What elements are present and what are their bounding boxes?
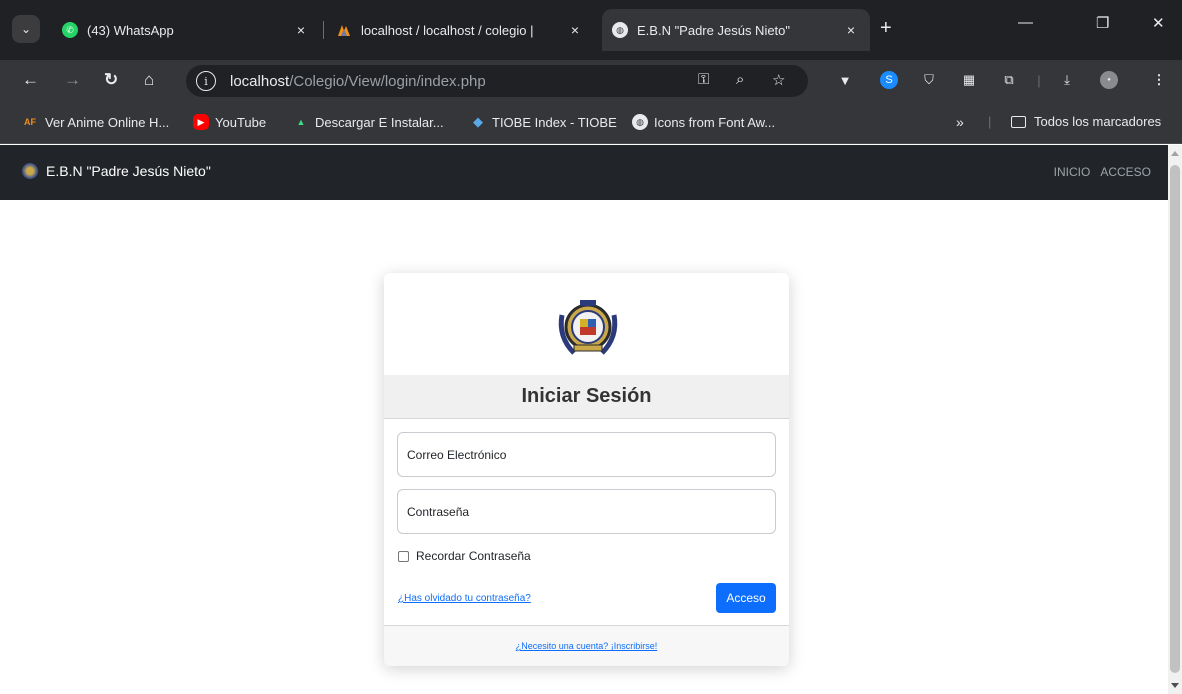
new-tab-button[interactable]: + bbox=[880, 17, 892, 40]
avatar[interactable]: ● bbox=[1100, 71, 1118, 89]
site-brand[interactable]: E.B.N "Padre Jesús Nieto" bbox=[22, 163, 211, 179]
vue-devtools-icon[interactable]: ▼ bbox=[836, 71, 854, 89]
tab-strip: ⌄ ✆ (43) WhatsApp × localhost / localhos… bbox=[0, 0, 1182, 60]
extensions-icon[interactable]: ⧉ bbox=[1000, 71, 1018, 89]
back-icon[interactable]: ← bbox=[22, 70, 39, 90]
bookmark-divider: | bbox=[988, 114, 992, 129]
tab-close-button[interactable]: × bbox=[842, 22, 860, 38]
bookmark-label: Descargar E Instalar... bbox=[315, 114, 444, 130]
bookmarks-bar: AF Ver Anime Online H... ▶ YouTube ▲ Des… bbox=[0, 102, 1182, 144]
chevron-down-icon: ⌄ bbox=[20, 22, 32, 36]
page-viewport: E.B.N "Padre Jesús Nieto" INICIO ACCESO … bbox=[0, 145, 1168, 694]
tab-search-button[interactable]: ⌄ bbox=[12, 15, 40, 43]
reload-icon[interactable]: ↻ bbox=[104, 70, 118, 90]
globe-icon: ◍ bbox=[612, 22, 628, 38]
tab-title: localhost / localhost / colegio | bbox=[361, 22, 534, 38]
whatsapp-icon: ✆ bbox=[62, 22, 78, 38]
remember-label: Recordar Contraseña bbox=[416, 549, 531, 563]
site-navbar: E.B.N "Padre Jesús Nieto" INICIO ACCESO bbox=[0, 145, 1168, 200]
nav-link-inicio[interactable]: INICIO bbox=[1054, 165, 1091, 179]
qr-code-icon[interactable]: ▦ bbox=[960, 71, 978, 89]
restore-icon[interactable]: ❐ bbox=[1096, 14, 1109, 32]
toolbar-divider: | bbox=[1037, 72, 1041, 88]
tiobe-icon: ◆ bbox=[473, 114, 483, 129]
bookmark-anime[interactable]: AF Ver Anime Online H... bbox=[21, 114, 169, 130]
bookmark-label: TIOBE Index - TIOBE bbox=[492, 114, 617, 130]
bookmark-label: YouTube bbox=[215, 114, 267, 130]
login-card-footer: ¿Necesito una cuenta? ¡Inscribirse! bbox=[384, 625, 789, 666]
tab-close-button[interactable]: × bbox=[292, 22, 310, 38]
school-logo-icon bbox=[22, 163, 38, 179]
bookmark-youtube[interactable]: ▶ YouTube bbox=[193, 114, 266, 130]
bookmark-label: Ver Anime Online H... bbox=[45, 114, 170, 130]
tab-whatsapp[interactable]: ✆ (43) WhatsApp × bbox=[52, 14, 320, 46]
password-field[interactable]: Contraseña bbox=[397, 489, 776, 534]
android-icon: ▲ bbox=[296, 117, 306, 127]
zoom-icon[interactable]: ⌕ bbox=[736, 71, 744, 88]
scrollbar-thumb[interactable] bbox=[1170, 165, 1180, 673]
site-nav-links: INICIO ACCESO bbox=[1044, 165, 1151, 179]
tab-close-button[interactable]: × bbox=[566, 22, 584, 38]
youtube-icon: ▶ bbox=[193, 114, 209, 130]
more-bookmarks-button[interactable]: » bbox=[956, 114, 964, 130]
home-icon[interactable]: ⌂ bbox=[144, 70, 154, 90]
all-bookmarks-folder[interactable]: Todos los marcadores bbox=[1011, 114, 1161, 129]
bookmark-label: Icons from Font Aw... bbox=[654, 114, 776, 130]
url-text: localhost/Colegio/View/login/index.php bbox=[230, 72, 486, 90]
key-icon[interactable]: ⚿ bbox=[698, 71, 709, 88]
scroll-down-icon[interactable] bbox=[1171, 683, 1179, 688]
remember-password[interactable]: Recordar Contraseña bbox=[398, 549, 531, 563]
login-title: Iniciar Sesión bbox=[384, 375, 789, 419]
tab-title: E.B.N "Padre Jesús Nieto" bbox=[637, 22, 791, 38]
login-card: Iniciar Sesión Correo Electrónico Contra… bbox=[384, 273, 789, 666]
remember-checkbox[interactable] bbox=[398, 550, 409, 562]
bookmark-fontawesome[interactable]: ◍ Icons from Font Aw... bbox=[632, 114, 775, 130]
forgot-password-link[interactable]: ¿Has olvidado tu contraseña? bbox=[398, 593, 531, 604]
close-window-icon[interactable]: ✕ bbox=[1152, 14, 1165, 32]
tab-separator bbox=[323, 21, 324, 39]
school-seal-icon bbox=[554, 295, 622, 361]
tab-phpmyadmin[interactable]: localhost / localhost / colegio | × bbox=[326, 14, 594, 46]
more-menu-icon[interactable]: ⋮ bbox=[1150, 71, 1168, 89]
tab-title: (43) WhatsApp bbox=[87, 22, 174, 38]
star-icon[interactable]: ☆ bbox=[772, 71, 785, 89]
register-link[interactable]: ¿Necesito una cuenta? ¡Inscribirse! bbox=[516, 641, 658, 651]
scroll-up-icon[interactable] bbox=[1171, 151, 1179, 156]
folder-icon bbox=[1011, 115, 1026, 128]
address-bar[interactable]: i localhost/Colegio/View/login/index.php… bbox=[186, 65, 808, 97]
login-button[interactable]: Acceso bbox=[716, 583, 776, 613]
globe-icon: ◍ bbox=[632, 114, 648, 130]
download-icon[interactable]: ⤓ bbox=[1058, 71, 1076, 89]
bookmark-android[interactable]: ▲ Descargar E Instalar... bbox=[293, 114, 444, 130]
phpmyadmin-icon bbox=[336, 22, 352, 38]
minimize-icon[interactable]: — bbox=[1018, 14, 1033, 31]
bookmark-tiobe[interactable]: ◆ TIOBE Index - TIOBE bbox=[470, 114, 617, 130]
shield-icon[interactable]: ⛉ bbox=[920, 71, 938, 89]
bookmark-label: Todos los marcadores bbox=[1034, 114, 1162, 129]
browser-toolbar: ← → ↻ ⌂ i localhost/Colegio/View/login/i… bbox=[0, 60, 1182, 102]
forward-icon[interactable]: → bbox=[64, 70, 81, 90]
shazam-icon[interactable]: S bbox=[880, 71, 898, 89]
nav-link-acceso[interactable]: ACCESO bbox=[1100, 165, 1151, 179]
site-info-icon[interactable]: i bbox=[196, 71, 216, 91]
animeflv-icon: AF bbox=[24, 117, 36, 127]
tab-active-site[interactable]: ◍ E.B.N "Padre Jesús Nieto" × bbox=[602, 9, 870, 51]
brand-text: E.B.N "Padre Jesús Nieto" bbox=[46, 163, 211, 179]
page-scrollbar[interactable] bbox=[1168, 145, 1182, 694]
email-field[interactable]: Correo Electrónico bbox=[397, 432, 776, 477]
